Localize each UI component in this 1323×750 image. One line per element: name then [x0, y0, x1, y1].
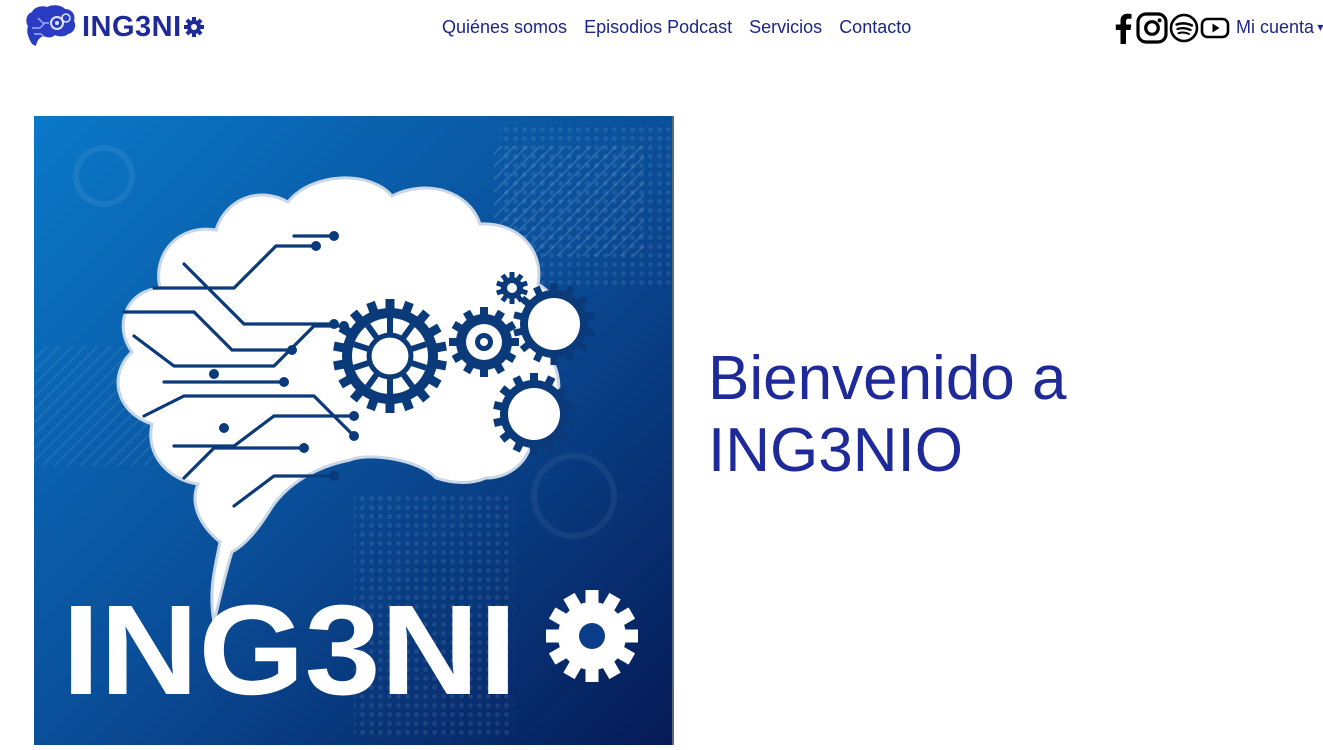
brain-logo-icon: [26, 5, 76, 46]
facebook-icon[interactable]: [1112, 12, 1134, 49]
nav-servicios[interactable]: Servicios: [749, 17, 822, 38]
gear-o-icon: [183, 17, 204, 37]
main-nav: Quiénes somos Episodios Podcast Servicio…: [442, 17, 928, 38]
title-line-2: ING3NIO: [708, 416, 963, 485]
account-label: Mi cuenta: [1236, 17, 1315, 37]
page-title: Bienvenido a ING3NIO: [708, 343, 1268, 487]
logo-text: ING3NI: [82, 10, 182, 43]
account-menu[interactable]: Mi cuenta ▾: [1236, 17, 1323, 38]
nav-episodios-podcast[interactable]: Episodios Podcast: [584, 17, 732, 38]
social-links: [1112, 12, 1230, 49]
image-wordmark: ING3NI: [62, 579, 517, 722]
nav-contacto[interactable]: Contacto: [839, 17, 911, 38]
youtube-icon[interactable]: [1200, 12, 1230, 49]
site-header: ING3NI Quiénes somos Episodios Podcast S…: [0, 0, 1323, 56]
instagram-icon[interactable]: [1136, 12, 1168, 49]
chevron-down-icon: ▾: [1314, 20, 1323, 34]
nav-quienes-somos[interactable]: Quiénes somos: [442, 17, 567, 38]
site-logo[interactable]: ING3NI: [22, 4, 205, 50]
hero-logo-image: ING3NI: [34, 116, 674, 745]
spotify-icon[interactable]: [1169, 12, 1199, 49]
title-line-1: Bienvenido a: [708, 344, 1067, 413]
